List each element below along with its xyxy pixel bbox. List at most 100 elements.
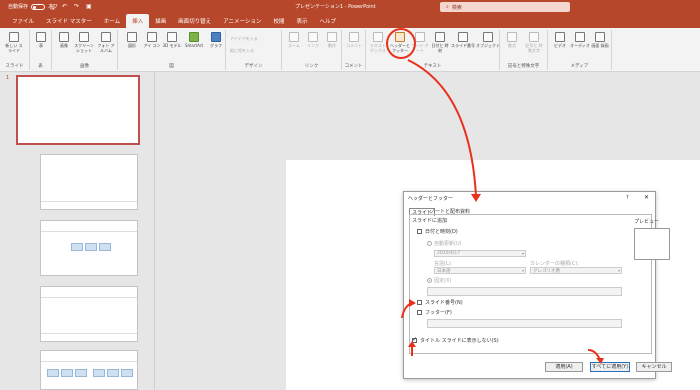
help-button[interactable]: ?	[626, 195, 629, 201]
layout-thumbnail[interactable]	[40, 220, 138, 276]
apply-all-button[interactable]: すべてに適用(Y)	[590, 362, 630, 372]
comment-button[interactable]: コメント	[344, 32, 364, 48]
auto-update-radio[interactable]	[427, 241, 432, 246]
slide-number-button[interactable]: スライド番号	[450, 32, 476, 48]
preview-box	[634, 228, 670, 260]
designer-vertical-button[interactable]: 縦に短を入る	[230, 48, 254, 54]
apply-button[interactable]: 適用(A)	[545, 362, 583, 372]
object-button[interactable]: オブジェクト	[476, 32, 500, 48]
action-button[interactable]: 動作	[322, 32, 342, 48]
close-button[interactable]: ✕	[644, 194, 649, 201]
symbol-button[interactable]: 記号と 特殊文字	[524, 32, 544, 53]
link-icon	[308, 32, 318, 42]
slide-number-label: スライド番号(N)	[425, 300, 463, 306]
table-icon	[36, 32, 46, 42]
dialog-body	[409, 214, 652, 354]
layout-icons	[47, 369, 87, 381]
tab-slide-master[interactable]: スライド マスター	[40, 14, 98, 28]
divider	[41, 361, 137, 362]
picture-button[interactable]: 画像	[54, 32, 74, 48]
redo-icon[interactable]: ↷	[74, 3, 79, 10]
group-design: アイデアを入る 縦に短を入る デザイン	[226, 30, 282, 70]
screenshot-icon	[79, 32, 89, 42]
layout-thumbnail[interactable]	[40, 286, 138, 342]
slide-number-icon	[458, 32, 468, 42]
tab-animations[interactable]: アニメーション	[217, 14, 267, 28]
layout-thumbnail[interactable]	[40, 350, 138, 390]
tab-draw[interactable]: 描画	[149, 14, 172, 28]
icons-button[interactable]: アイ コン	[142, 32, 162, 48]
slide-number: 1	[6, 75, 10, 81]
divider	[41, 231, 137, 232]
cancel-button[interactable]: キャンセル	[636, 362, 672, 372]
table-button[interactable]: 表	[31, 32, 51, 48]
divider	[41, 297, 137, 298]
search-box[interactable]: ⌕ 検索	[440, 2, 570, 12]
chart-icon	[211, 32, 221, 42]
date-format-dropdown[interactable]: 2020/4/17 ▾	[434, 250, 526, 257]
zoom-button[interactable]: ズーム	[284, 32, 304, 48]
preview-label: プレビュー	[634, 219, 660, 225]
textbox-icon	[373, 32, 383, 42]
calendar-dropdown[interactable]: グレゴリオ暦 ▾	[530, 267, 622, 274]
smartart-icon	[189, 32, 199, 42]
group-comments: コメント コメント	[342, 30, 366, 70]
shapes-button[interactable]: 図形	[122, 32, 142, 48]
object-icon	[483, 32, 493, 42]
search-icon: ⌕	[446, 4, 449, 10]
picture-icon	[59, 32, 69, 42]
new-slide-icon	[9, 32, 19, 42]
divider	[41, 333, 137, 334]
fixed-date-input[interactable]	[427, 287, 622, 296]
link-button[interactable]: リンク	[303, 32, 323, 48]
date-time-checkbox[interactable]	[417, 229, 422, 234]
tab-view[interactable]: 表示	[290, 14, 313, 28]
fixed-radio[interactable]	[427, 278, 432, 283]
footer-input[interactable]	[427, 319, 622, 328]
document-title: プレゼンテーション1 - PowerPoint	[295, 4, 376, 10]
speaker-icon	[575, 32, 585, 42]
autosave-switch[interactable]	[31, 3, 46, 10]
auto-update-label: 自動更新(U)	[434, 241, 462, 247]
slide-number-checkbox[interactable]	[417, 300, 422, 305]
ribbon-tabs: ファイル スライド マスター ホーム 挿入 描画 画面切り替え アニメーション …	[0, 14, 700, 28]
date-time-button[interactable]: 日付と 時刻	[430, 32, 450, 53]
section-label: スライドに追加	[412, 218, 448, 224]
tab-help[interactable]: ヘルプ	[313, 14, 342, 28]
3d-models-button[interactable]: 3D モデル	[162, 32, 182, 48]
designer-idea-button[interactable]: アイデアを入る	[230, 36, 258, 42]
chart-button[interactable]: グラフ	[206, 32, 226, 48]
new-slide-button[interactable]: 新しい スライド	[4, 32, 24, 53]
slide-thumbnail-master[interactable]	[16, 75, 140, 145]
calendar-label: カレンダーの種類(C):	[530, 261, 580, 267]
footer-checkbox[interactable]	[417, 310, 422, 315]
start-slideshow-icon[interactable]: ▣	[86, 3, 92, 10]
equation-button[interactable]: 数式	[502, 32, 522, 48]
save-icon[interactable]: 🖫	[50, 3, 55, 13]
screenshot-button[interactable]: スクリーン ショット	[74, 32, 94, 53]
screen-recording-button[interactable]: 画面 録画	[590, 32, 610, 48]
language-label: 言語(L):	[434, 261, 453, 267]
screen-recording-icon	[595, 32, 605, 42]
star-icon	[327, 32, 337, 42]
photo-album-button[interactable]: フォト アルバム	[96, 32, 116, 53]
undo-icon[interactable]: ↶	[62, 3, 67, 10]
smartart-button[interactable]: SmartArt	[182, 32, 206, 48]
layout-thumbnail[interactable]	[40, 154, 138, 210]
footer-label: フッター(F)	[425, 310, 452, 316]
photo-album-icon	[101, 32, 111, 42]
textbox-button[interactable]: テキスト ボックス	[368, 32, 388, 53]
tab-home[interactable]: ホーム	[98, 14, 126, 28]
tab-transitions[interactable]: 画面切り替え	[172, 14, 217, 28]
tab-file[interactable]: ファイル	[6, 14, 40, 28]
group-text: テキスト ボックス ヘッダーと フッター ワード アート 日付と 時刻 スライド…	[366, 30, 500, 70]
title-slide-checkbox[interactable]	[412, 336, 417, 343]
language-dropdown[interactable]: 日本語 ▾	[434, 267, 526, 274]
tab-review[interactable]: 校閲	[267, 14, 290, 28]
audio-button[interactable]: オーディオ	[570, 32, 590, 48]
tab-insert[interactable]: 挿入	[126, 14, 150, 28]
video-icon	[555, 32, 565, 42]
video-button[interactable]: ビデオ	[550, 32, 570, 48]
chevron-down-icon: ▾	[521, 268, 524, 273]
layout-icons	[71, 243, 111, 255]
